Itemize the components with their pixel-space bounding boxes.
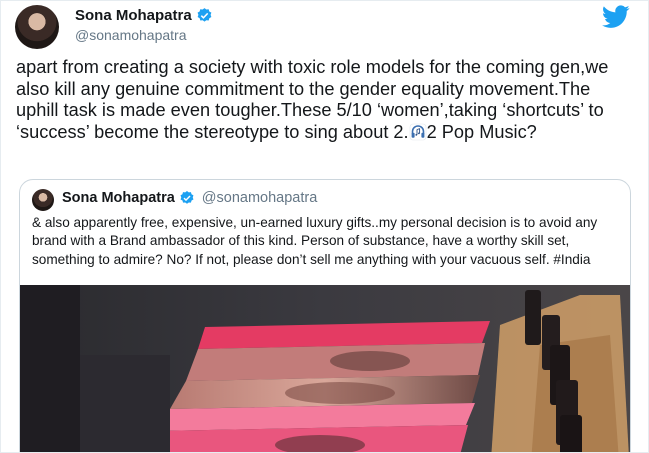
quoted-tweet-text: & also apparently free, expensive, un-ea… [32,215,598,267]
quoted-avatar[interactable] [32,189,54,211]
headphones-music-emoji-icon [409,123,427,141]
author-handle[interactable]: @sonamohapatra [75,27,187,43]
quoted-tweet-photo[interactable] [20,285,630,452]
quoted-author-handle[interactable]: @sonamohapatra [202,190,317,206]
tweet-text-part-2: 2 Pop Music? [426,121,537,142]
twitter-bird-icon[interactable] [602,5,630,34]
quoted-tweet[interactable]: Sona Mohapatra @sonamohapatra & also app… [19,179,631,452]
avatar[interactable] [15,5,59,49]
author-name[interactable]: Sona Mohapatra [75,7,192,24]
author-name-row[interactable]: Sona Mohapatra [75,7,213,24]
tweet-card: Sona Mohapatra @sonamohapatra apart from… [0,0,649,453]
tweet-text: apart from creating a society with toxic… [16,57,636,143]
verified-badge-icon [196,7,213,24]
quoted-tweet-header: Sona Mohapatra @sonamohapatra [62,190,317,206]
quoted-author-name[interactable]: Sona Mohapatra [62,190,175,206]
quoted-verified-badge-icon [179,190,195,206]
